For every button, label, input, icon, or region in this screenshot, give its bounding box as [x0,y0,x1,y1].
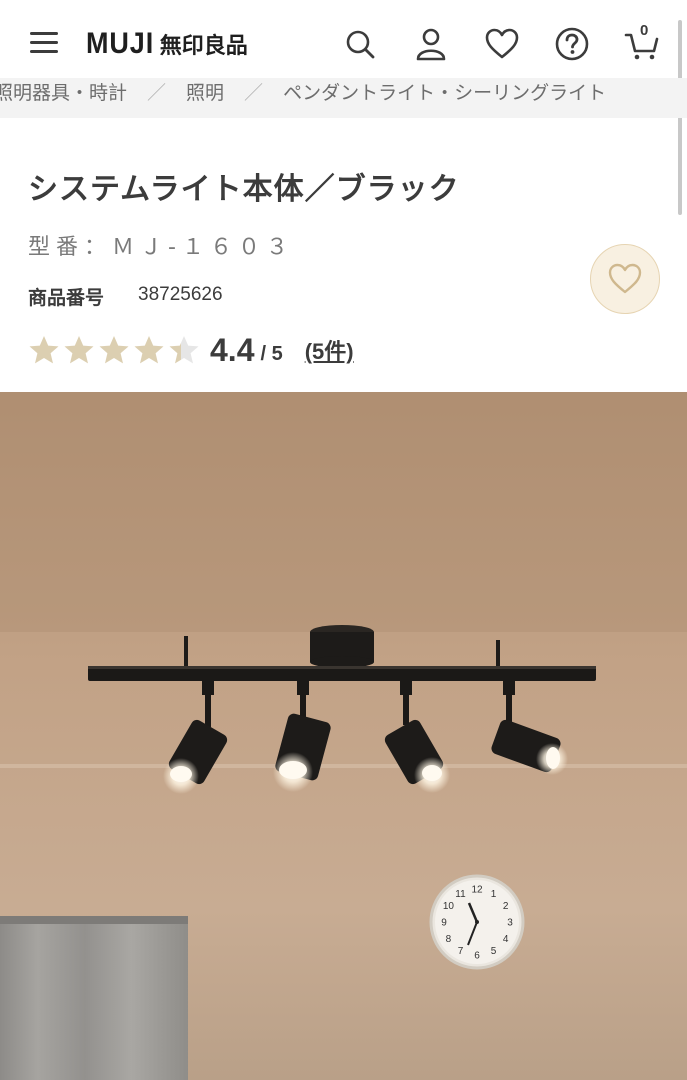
star-icon [169,336,199,364]
clock-numeral: 12 [471,885,483,896]
clock-numeral: 2 [503,901,509,912]
clock-numeral: 11 [455,889,466,900]
logo-text-en: MUJI [86,27,155,60]
add-to-favorites-button[interactable] [590,244,660,314]
product-image[interactable]: 12 1 2 3 4 5 6 7 8 9 10 11 [0,392,687,1080]
logo-text-ja: 無印良品 [159,34,248,59]
user-icon[interactable] [411,24,451,64]
cart-icon[interactable]: 0 [622,22,662,64]
star-icon [64,336,94,364]
muji-logo[interactable]: MUJI 無印良品 [86,24,248,64]
star-icon [29,336,59,364]
star-icon [99,336,129,364]
breadcrumb-separator: ／ [147,82,167,104]
clock-numeral: 3 [507,918,513,929]
product-number-value: 38725626 [138,284,223,305]
clock-numeral: 6 [474,951,480,962]
clock-numeral: 1 [491,889,497,900]
product-number-label: 商品番号 [28,287,105,309]
breadcrumb: 照明器具・時計 ／ 照明 ／ ペンダントライト・シーリングライト [0,78,687,118]
breadcrumb-separator: ／ [244,82,264,104]
clock-numeral: 9 [441,918,447,929]
breadcrumb-item-lighting[interactable]: 照明 [186,78,224,105]
heart-icon[interactable] [482,24,522,64]
breadcrumb-item-pendant-ceiling-lights[interactable]: ペンダントライト・シーリングライト [283,78,606,105]
clock-numeral: 4 [503,934,509,945]
rating-score: 4.4 [210,331,255,368]
product-title: システムライト本体／ブラック [28,172,460,207]
review-count-link[interactable]: (5件) [305,334,354,366]
rating-summary: 4.4 / 5 (5件) [28,328,354,372]
rating-max: / 5 [260,342,283,365]
clock-numeral: 7 [458,946,464,957]
question-icon[interactable] [552,24,592,64]
star-icon [134,336,164,364]
breadcrumb-item-lighting-clocks[interactable]: 照明器具・時計 [0,78,127,105]
site-header: MUJI 無印良品 0 [0,0,687,88]
search-icon[interactable] [340,24,380,64]
heart-outline-icon [608,263,642,294]
rating-stars [28,334,200,366]
hamburger-menu-icon[interactable] [30,32,58,54]
model-number: 型番：ＭＪ-１６０３ [28,235,294,260]
clock-numeral: 8 [446,934,452,945]
cart-count-badge: 0 [640,22,649,39]
clock-numeral: 5 [491,946,497,957]
clock-numeral: 10 [443,901,455,912]
